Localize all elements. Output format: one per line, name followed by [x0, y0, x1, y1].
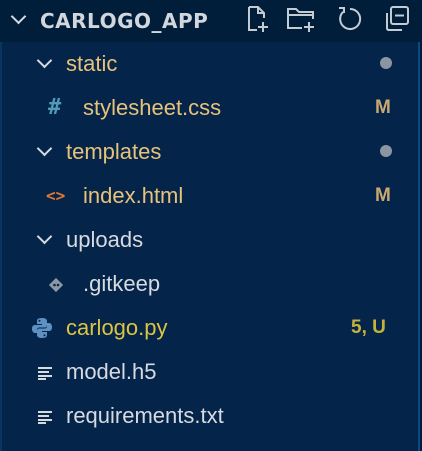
tree-item-carlogo[interactable]: carlogo.py 5, U — [2, 306, 418, 350]
chevron-down-icon[interactable] — [36, 228, 53, 245]
tree-item-requirements[interactable]: requirements.txt — [2, 394, 418, 438]
folder-label: static — [66, 51, 118, 76]
chevron-down-icon[interactable] — [36, 52, 53, 69]
tree-item-gitkeep[interactable]: .gitkeep — [2, 262, 418, 306]
tree-item-model[interactable]: model.h5 — [2, 350, 418, 394]
folder-label: templates — [66, 139, 162, 164]
explorer-header: CARLOGO_APP — [0, 0, 422, 42]
git-status-badge: M — [375, 185, 391, 206]
tree-item-templates[interactable]: templates — [2, 130, 418, 174]
git-status-badge: 5, U — [351, 317, 386, 338]
file-label: carlogo.py — [66, 315, 168, 340]
tree-item-index[interactable]: <> index.html M — [2, 174, 418, 218]
git-icon — [48, 277, 64, 293]
modified-dot-icon — [380, 57, 392, 69]
css-file-icon: # — [48, 95, 62, 120]
file-label: stylesheet.css — [83, 95, 222, 120]
chevron-down-icon[interactable] — [10, 8, 27, 25]
text-file-icon — [37, 409, 53, 424]
modified-dot-icon — [380, 145, 392, 157]
html-file-icon: <> — [46, 186, 66, 205]
tree-item-uploads[interactable]: uploads — [2, 218, 418, 262]
file-label: model.h5 — [66, 359, 157, 384]
folder-label: uploads — [66, 227, 144, 252]
file-label: requirements.txt — [66, 403, 224, 428]
file-label: index.html — [83, 183, 184, 208]
tree-item-stylesheet[interactable]: # stylesheet.css M — [2, 86, 418, 130]
file-label: .gitkeep — [83, 271, 161, 296]
tree-item-static[interactable]: static — [2, 42, 418, 86]
python-icon — [31, 317, 53, 339]
new-file-icon[interactable] — [241, 3, 273, 35]
workspace-title[interactable]: CARLOGO_APP — [40, 5, 208, 37]
text-file-icon — [37, 365, 53, 380]
git-status-badge: M — [375, 97, 391, 118]
chevron-down-icon[interactable] — [36, 140, 53, 157]
new-folder-icon[interactable] — [285, 3, 317, 35]
collapse-all-icon[interactable] — [381, 3, 413, 35]
refresh-icon[interactable] — [333, 3, 365, 35]
